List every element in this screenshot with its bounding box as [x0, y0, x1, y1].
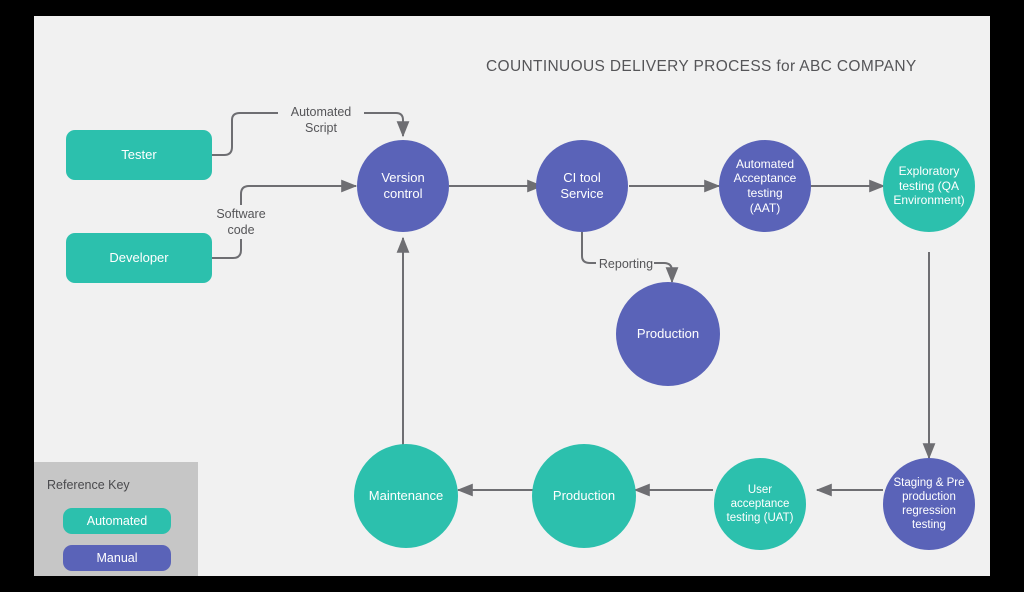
edge-developer-up [212, 239, 242, 259]
diagram-title: COUNTINUOUS DELIVERY PROCESS for ABC COM… [486, 58, 917, 75]
node-tester-label: Tester [121, 147, 157, 163]
node-exploratory-testing-label: Exploratory testing (QA Environment) [893, 164, 965, 208]
diagram-canvas: COUNTINUOUS DELIVERY PROCESS for ABC COM… [34, 16, 990, 576]
node-production-bottom-label: Production [552, 488, 616, 504]
node-tester[interactable]: Tester [66, 130, 212, 180]
edge-ci-to-reporting [581, 232, 596, 264]
edge-label-to-version-left [240, 179, 358, 205]
legend-item-automated[interactable]: Automated [63, 508, 171, 534]
node-version-control[interactable]: Version control [357, 140, 449, 232]
node-staging-label: Staging & Pre production regression test… [893, 476, 965, 532]
node-automated-acceptance-testing[interactable]: Automated Acceptance testing (AAT) [719, 140, 811, 232]
node-ci-tool-service[interactable]: CI tool Service [536, 140, 628, 232]
node-version-control-label: Version control [381, 170, 425, 201]
node-developer-label: Developer [109, 250, 169, 266]
legend-item-automated-label: Automated [86, 514, 148, 528]
node-developer[interactable]: Developer [66, 233, 212, 283]
edge-label-reporting: Reporting [598, 257, 654, 271]
edge-label-software-code: Software code [216, 207, 266, 238]
node-user-acceptance-testing[interactable]: User acceptance testing (UAT) [714, 458, 806, 550]
node-ci-tool-service-label: CI tool Service [560, 170, 604, 201]
node-maintenance-label: Maintenance [368, 488, 444, 504]
node-production-bottom[interactable]: Production [532, 444, 636, 548]
edge-label-automated-script: Automated Script [290, 105, 352, 136]
legend-item-manual[interactable]: Manual [63, 545, 171, 571]
node-production-top-label: Production [636, 326, 700, 342]
node-staging-pre-production-regression-testing[interactable]: Staging & Pre production regression test… [883, 458, 975, 550]
reference-key-legend: Reference Key Automated Manual [34, 462, 198, 576]
node-maintenance[interactable]: Maintenance [354, 444, 458, 548]
node-user-acceptance-testing-label: User acceptance testing (UAT) [726, 483, 794, 524]
node-exploratory-testing[interactable]: Exploratory testing (QA Environment) [883, 140, 975, 232]
node-production-top[interactable]: Production [616, 282, 720, 386]
legend-title: Reference Key [47, 478, 130, 492]
node-automated-acceptance-testing-label: Automated Acceptance testing (AAT) [733, 156, 797, 215]
legend-item-manual-label: Manual [96, 551, 138, 565]
